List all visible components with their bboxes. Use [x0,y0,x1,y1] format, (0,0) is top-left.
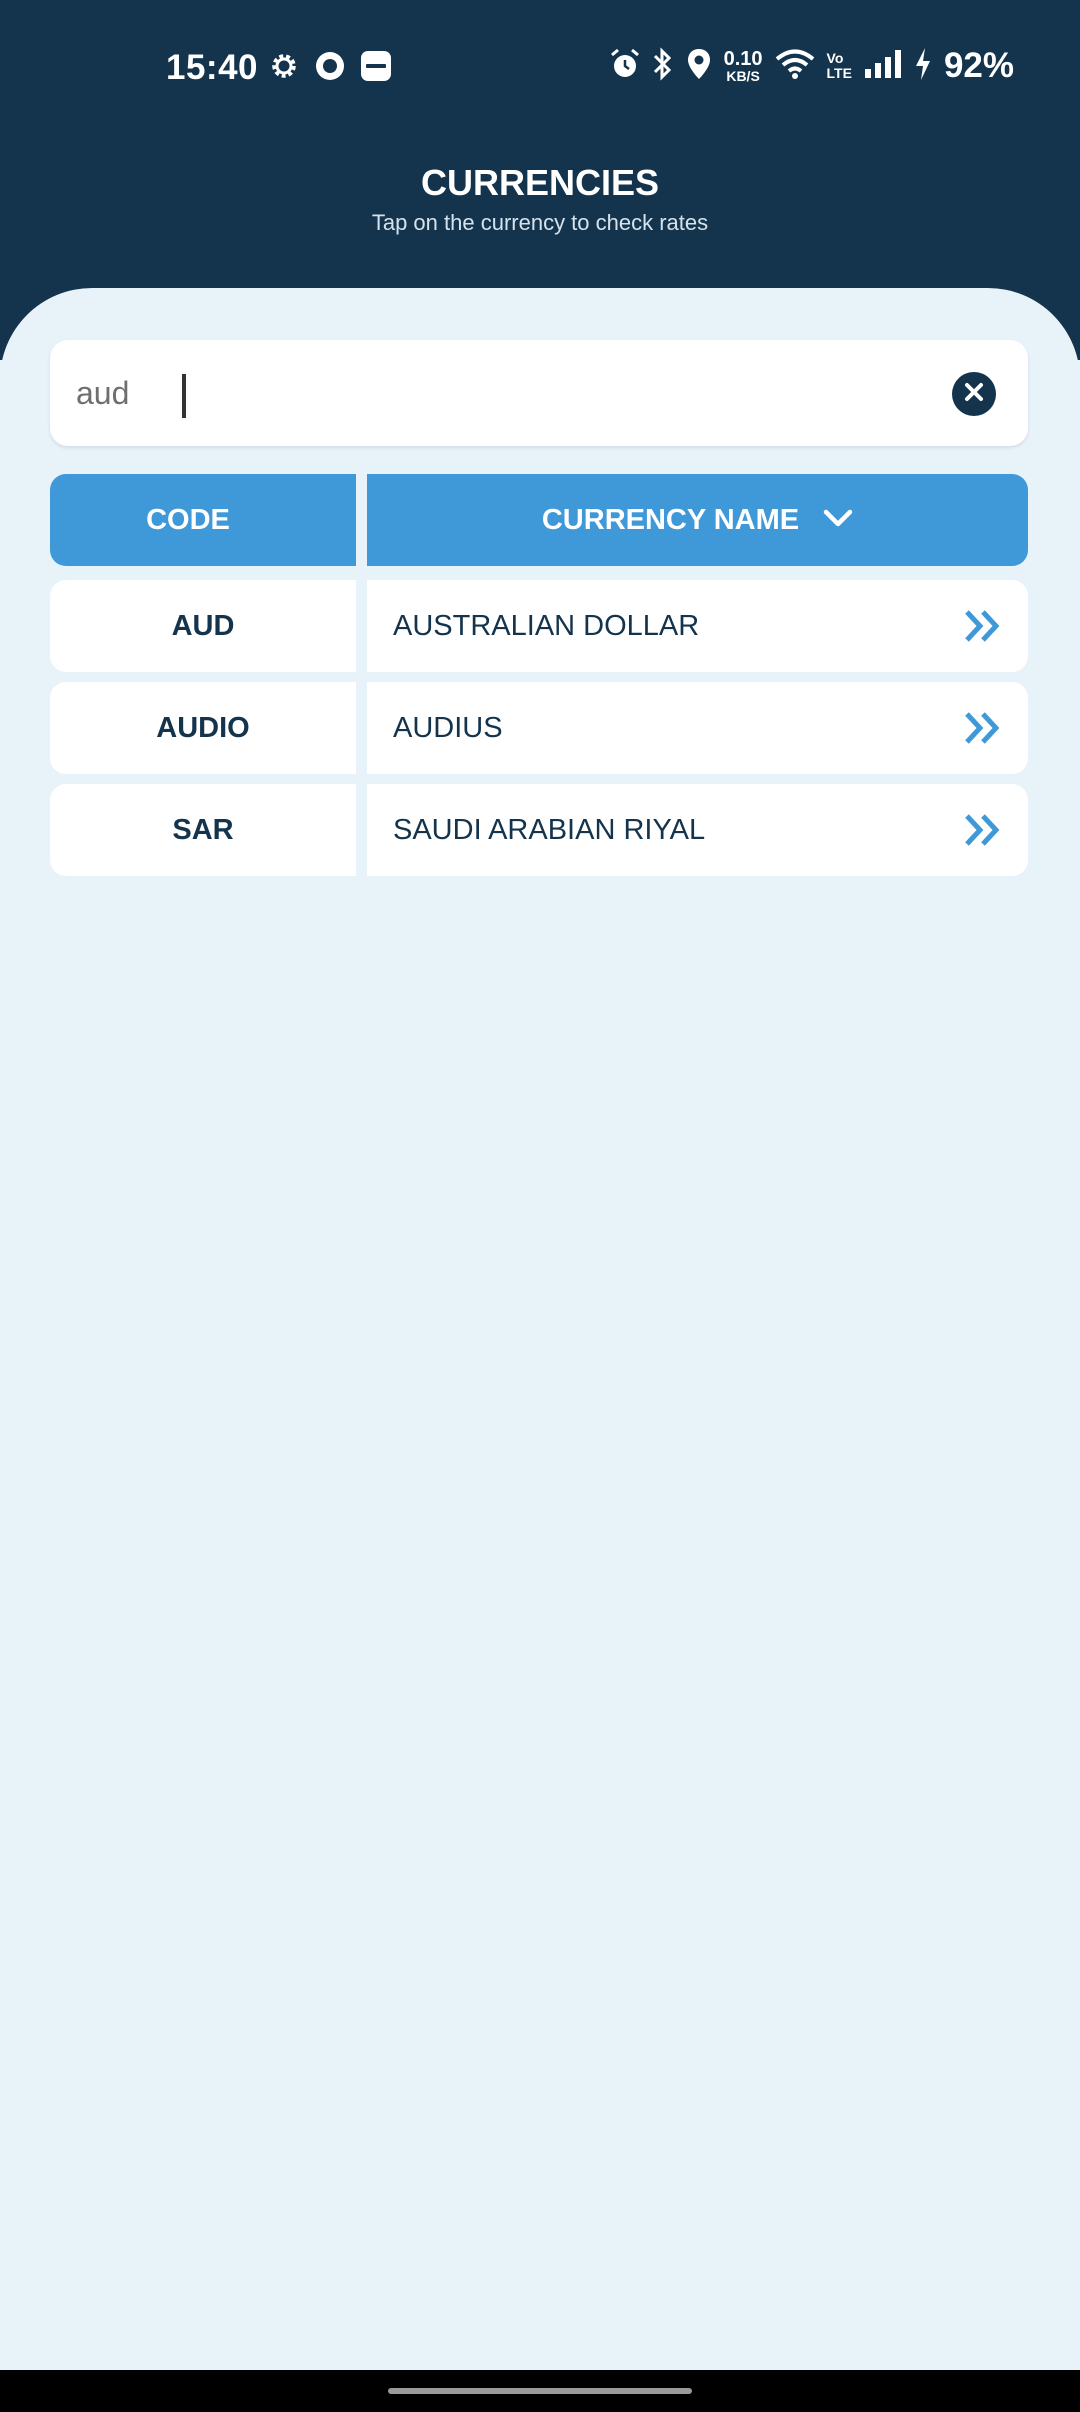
chevron-down-icon [823,504,853,537]
currency-code: AUDIO [156,711,250,744]
alarm-icon [610,48,640,85]
currency-row[interactable]: SAR SAUDI ARABIAN RIYAL [50,784,1028,876]
currency-code-cell: SAR [50,784,356,876]
status-left-icons [268,50,392,87]
double-chevron-right-icon[interactable] [964,813,1002,847]
circle-record-icon [314,50,346,87]
currency-code: AUD [171,609,235,642]
wifi-icon [775,48,815,85]
search-box [50,340,1028,446]
system-navigation-bar [0,2370,1080,2412]
currency-name-cell: SAUDI ARABIAN RIYAL [367,784,1028,876]
settings-gear-icon [268,50,300,87]
charging-icon [914,47,932,86]
code-header-label: CODE [146,503,230,536]
currency-name-column-header[interactable]: CURRENCY NAME [367,474,1028,566]
volte-top: Vo [826,50,844,67]
bluetooth-icon [652,46,674,86]
battery-percent: 92% [943,46,1014,85]
currency-code: SAR [172,813,234,846]
page-subtitle: Tap on the currency to check rates [371,210,709,235]
status-right-icons: 0.10 KB/S Vo LTE 92% [610,46,1014,86]
signal-icon [864,49,902,84]
currency-name-cell: AUSTRALIAN DOLLAR [367,580,1028,672]
currency-name-header-label: CURRENCY NAME [541,503,800,536]
home-indicator[interactable] [388,2388,692,2394]
currency-row[interactable]: AUDIO AUDIUS [50,682,1028,774]
clear-search-button[interactable] [952,372,996,416]
network-speed: 0.10 KB/S [724,49,763,83]
search-input[interactable] [76,340,916,446]
net-speed-value: 0.10 [723,48,763,70]
currency-name: SAUDI ARABIAN RIYAL [393,813,706,846]
code-column-header[interactable]: CODE [50,474,356,566]
currency-code-cell: AUDIO [50,682,356,774]
currency-name: AUDIUS [393,711,503,744]
status-bar: 15:40 0.10 KB/S Vo LTE 92% [0,40,1080,100]
currency-name: AUSTRALIAN DOLLAR [393,609,700,642]
net-speed-unit: KB/S [726,68,760,84]
currency-row[interactable]: AUD AUSTRALIAN DOLLAR [50,580,1028,672]
close-icon [963,381,985,408]
paytm-icon [360,50,392,87]
currency-code-cell: AUD [50,580,356,672]
double-chevron-right-icon[interactable] [964,609,1002,643]
location-icon [686,47,712,86]
status-time: 15:40 [166,48,259,87]
volte-bottom: LTE [826,65,852,81]
page-title: CURRENCIES [420,162,660,203]
volte-indicator: Vo LTE [827,51,852,80]
currency-name-cell: AUDIUS [367,682,1028,774]
text-cursor [182,374,186,418]
double-chevron-right-icon[interactable] [964,711,1002,745]
